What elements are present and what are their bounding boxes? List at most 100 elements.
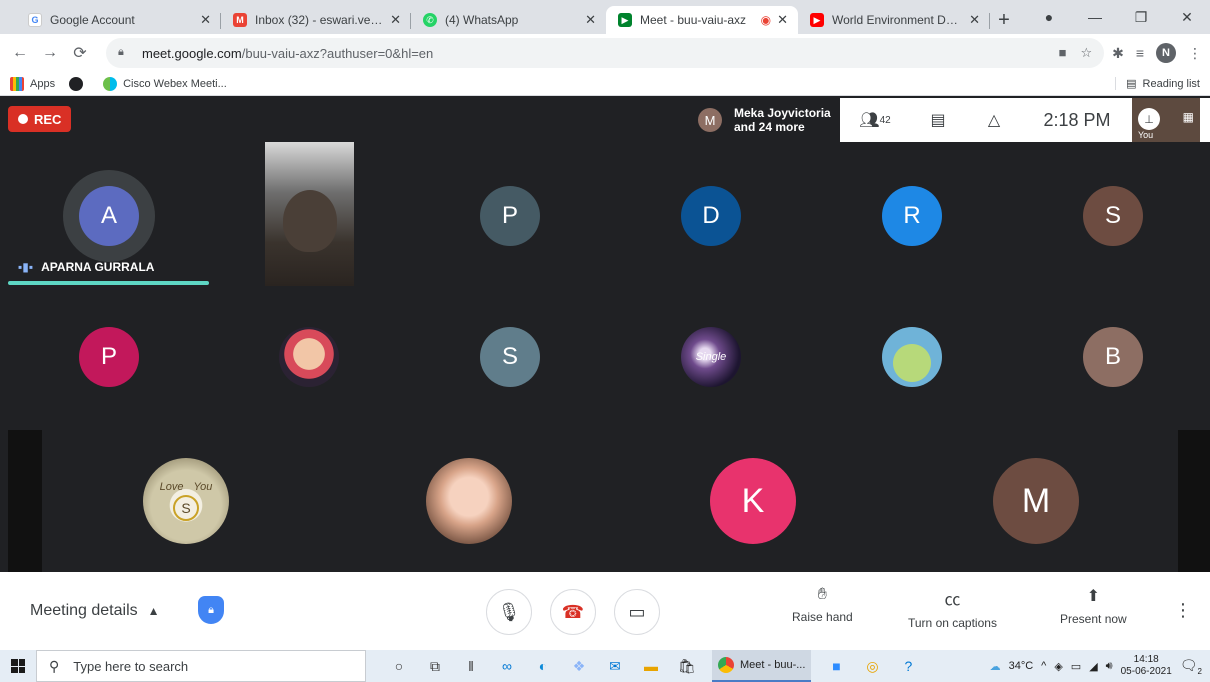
- participant-photo-avatar[interactable]: Single: [681, 327, 741, 387]
- participant-avatar[interactable]: P: [79, 327, 139, 387]
- recording-badge: REC: [8, 106, 72, 132]
- raise-hand-button[interactable]: ✋︎ Raise hand: [792, 586, 853, 624]
- tab-search-icon[interactable]: ●: [1026, 9, 1072, 25]
- tab-meet[interactable]: ▶ Meet - buu-vaiu-axz ◉ ✕: [606, 6, 798, 34]
- participant-avatar[interactable]: R: [882, 186, 942, 246]
- close-tab-icon[interactable]: ✕: [585, 12, 596, 28]
- participant-video[interactable]: [265, 142, 354, 286]
- microphone-icon: 🎙︎: [497, 601, 521, 622]
- media-control-icon[interactable]: ≡: [1136, 45, 1144, 61]
- file-explorer-icon[interactable]: ▬: [640, 655, 662, 677]
- participant-avatar[interactable]: P: [480, 186, 540, 246]
- bookmark-star-icon[interactable]: ☆: [1080, 45, 1092, 61]
- chrome-icon: [718, 657, 734, 673]
- chat-button[interactable]: ▤: [910, 110, 966, 130]
- cortana-icon[interactable]: ○: [388, 655, 410, 677]
- url-path: /buu-vaiu-axz?authuser=0&hl=en: [241, 45, 434, 61]
- start-button[interactable]: [0, 650, 36, 682]
- participants-button[interactable]: 👥︎ 42: [840, 110, 910, 130]
- present-now-button[interactable]: ⬆ Present now: [1060, 586, 1127, 626]
- battery-icon[interactable]: ▭: [1071, 660, 1081, 673]
- more-options-icon[interactable]: ⋮: [1174, 600, 1192, 621]
- meet-top-bar: REC M Meka Joyvictoria and 24 more 👥︎ 42 …: [0, 98, 1210, 142]
- tab-youtube[interactable]: ▶ World Environment Day June ✕: [798, 6, 990, 34]
- reading-list-button[interactable]: ▤ Reading list: [1115, 77, 1200, 90]
- infinity-app-icon[interactable]: ∞: [496, 655, 518, 677]
- participant-photo-avatar[interactable]: [426, 458, 512, 544]
- url-host: meet.google.com: [142, 45, 242, 61]
- participant-avatar[interactable]: D: [681, 186, 741, 246]
- meeting-details-button[interactable]: Meeting details ▲: [30, 572, 160, 650]
- mail-icon[interactable]: ✉: [604, 655, 626, 677]
- browser-tab-strip: G Google Account ✕ M Inbox (32) - eswari…: [0, 0, 1210, 34]
- address-bar[interactable]: 🔒︎ meet.google.com/buu-vaiu-axz?authuser…: [106, 38, 1105, 68]
- host-controls-shield-icon[interactable]: 🔒︎: [198, 596, 224, 624]
- edge-icon[interactable]: ◐: [532, 655, 554, 677]
- tab-gmail-inbox[interactable]: M Inbox (32) - eswari.velugu@e ✕: [221, 6, 411, 34]
- participant-photo-avatar[interactable]: [279, 327, 339, 387]
- participant-photo-avatar[interactable]: Love You S: [143, 458, 229, 544]
- apps-grid-icon: [10, 76, 24, 91]
- volume-icon[interactable]: 🔊︎: [1106, 660, 1113, 673]
- participant-avatar[interactable]: A: [79, 186, 139, 246]
- tab-whatsapp[interactable]: ✆ (4) WhatsApp ✕: [411, 6, 606, 34]
- self-view-thumbnail[interactable]: ⊥ You ▦: [1132, 98, 1200, 142]
- layout-icon[interactable]: ▦: [1183, 110, 1194, 124]
- tab-separator: [989, 13, 990, 29]
- pinned-app-icon[interactable]: ‖: [460, 655, 482, 677]
- webex-taskbar-icon[interactable]: ◎: [861, 655, 883, 677]
- zoom-icon[interactable]: ■: [825, 655, 847, 677]
- participant-avatar[interactable]: S: [480, 327, 540, 387]
- pin-icon[interactable]: ⊥: [1138, 108, 1160, 130]
- participant-avatar[interactable]: S: [1083, 186, 1143, 246]
- close-tab-icon[interactable]: ✕: [390, 12, 401, 28]
- weather-temp[interactable]: 34°C: [1009, 660, 1034, 672]
- minimize-button[interactable]: —: [1072, 9, 1118, 25]
- camera-in-use-icon[interactable]: ■: [1059, 45, 1067, 61]
- new-tab-button[interactable]: +: [990, 6, 1018, 34]
- participant-avatar[interactable]: K: [710, 458, 796, 544]
- back-button[interactable]: ←: [8, 41, 32, 65]
- captions-button[interactable]: ㏄ Turn on captions: [908, 586, 997, 630]
- participant-avatar[interactable]: B: [1083, 327, 1143, 387]
- microphone-button[interactable]: 🎙︎: [486, 589, 532, 635]
- close-window-button[interactable]: ✕: [1164, 9, 1210, 26]
- leave-call-button[interactable]: ☎︎: [550, 589, 596, 635]
- help-icon[interactable]: ?: [897, 655, 919, 677]
- task-view-icon[interactable]: ⧉: [424, 655, 446, 677]
- speaker-name: Meka Joyvictoria: [734, 106, 831, 120]
- extensions-icon[interactable]: ✱: [1112, 45, 1124, 62]
- close-tab-icon[interactable]: ✕: [777, 12, 788, 28]
- forward-button[interactable]: →: [38, 41, 62, 65]
- participant-photo-avatar[interactable]: [882, 327, 942, 387]
- taskbar-chrome-meet[interactable]: Meet - buu-...: [712, 650, 812, 682]
- notifications-icon[interactable]: 🗨︎2: [1180, 657, 1202, 676]
- participant-avatar[interactable]: M: [993, 458, 1079, 544]
- tray-chevron-icon[interactable]: ^: [1041, 660, 1046, 672]
- camera-button[interactable]: ▭: [614, 589, 660, 635]
- close-tab-icon[interactable]: ✕: [200, 12, 211, 28]
- restore-button[interactable]: ❐: [1118, 9, 1164, 26]
- activities-button[interactable]: △: [966, 110, 1022, 130]
- taskbar-search-box[interactable]: ⚲ Type here to search: [36, 650, 366, 682]
- windows-logo-icon: [11, 659, 25, 673]
- clock-date[interactable]: 14:18 05-06-2021: [1121, 654, 1172, 678]
- photo-caption: Love You: [159, 481, 213, 493]
- tab-google-account[interactable]: G Google Account ✕: [16, 6, 221, 34]
- windows-taskbar: ⚲ Type here to search ○ ⧉ ‖ ∞ ◐ ❖ ✉ ▬ 🛍︎…: [0, 650, 1210, 682]
- dropbox-icon[interactable]: ❖: [568, 655, 590, 677]
- grid-edge-pad: [8, 430, 42, 572]
- browser-menu-icon[interactable]: ⋮: [1188, 45, 1202, 62]
- current-speaker-chip[interactable]: M Meka Joyvictoria and 24 more: [690, 98, 840, 142]
- video-person: [283, 190, 337, 252]
- store-icon[interactable]: 🛍︎: [676, 655, 698, 677]
- network-icon[interactable]: ◢: [1089, 660, 1097, 673]
- bookmark-webex[interactable]: Cisco Webex Meeti...: [103, 76, 227, 91]
- bookmark-apps[interactable]: Apps: [10, 76, 55, 91]
- reload-button[interactable]: ⟳: [68, 41, 92, 65]
- profile-avatar[interactable]: N: [1156, 43, 1176, 63]
- onedrive-icon[interactable]: ◈: [1054, 660, 1062, 673]
- lock-icon: 🔒︎: [118, 46, 124, 58]
- close-tab-icon[interactable]: ✕: [969, 12, 980, 28]
- bookmark-globe[interactable]: [69, 76, 89, 91]
